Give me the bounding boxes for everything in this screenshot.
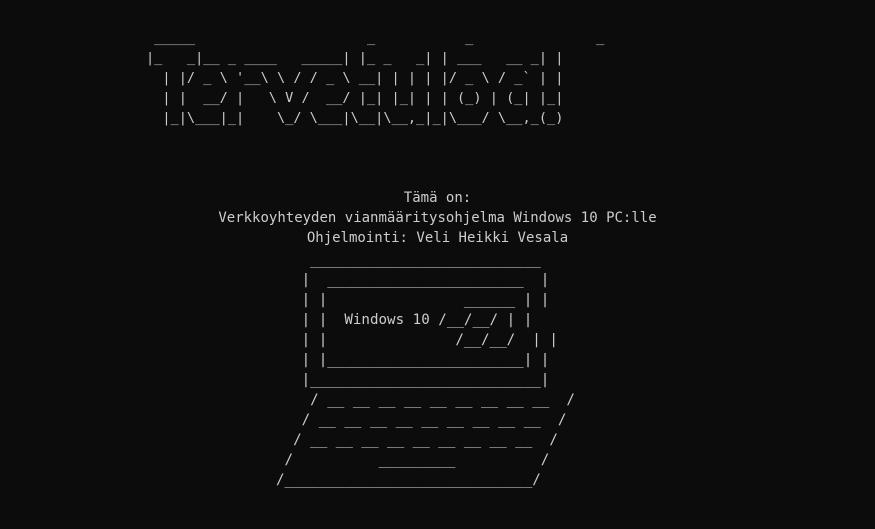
program-description: Verkkoyhteyden vianmääritysohjelma Windo… — [218, 210, 657, 226]
console-window: _____ _ _ _ |_ _|__ _ ____ _____| |_ _ _… — [0, 0, 875, 529]
laptop-ascii-art: ___________________________ | __________… — [276, 252, 575, 488]
intro-line: Tämä on: — [403, 190, 472, 206]
author-credit: Ohjelmointi: Veli Heikki Vesala — [306, 230, 569, 246]
welcome-ascii-banner: _____ _ _ _ |_ _|__ _ ____ _____| |_ _ _… — [146, 30, 605, 126]
